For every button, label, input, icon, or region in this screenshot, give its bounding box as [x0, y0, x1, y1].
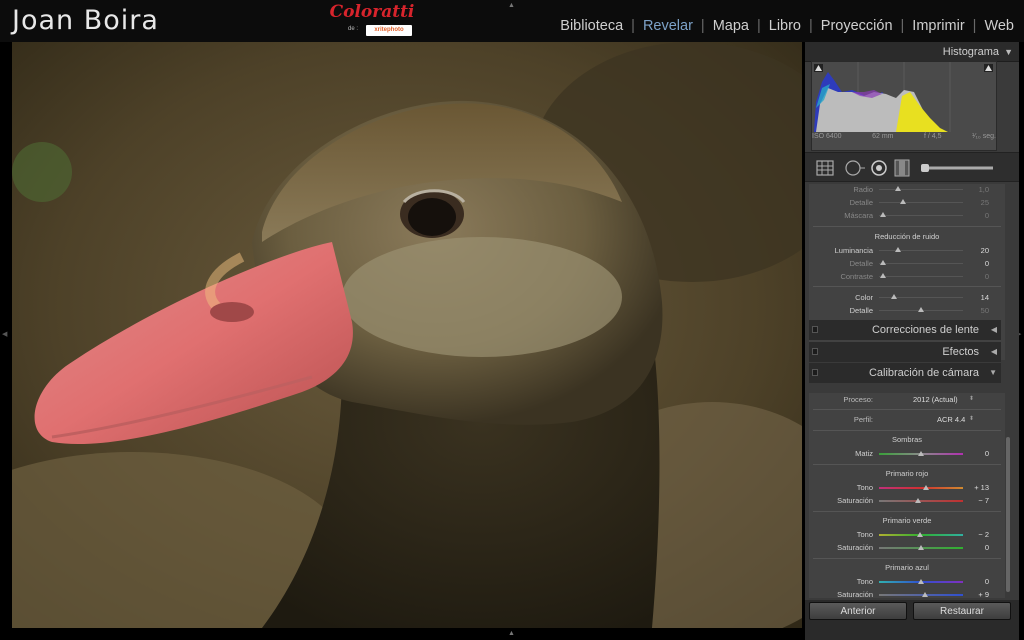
- noise-luminance-row[interactable]: Luminancia 20: [809, 245, 1001, 257]
- green-saturation-row[interactable]: Saturación 0: [809, 542, 1001, 554]
- lens-corrections-header[interactable]: Correcciones de lente ◀: [809, 320, 1001, 340]
- noise-reduction-title: Reducción de ruido: [874, 232, 940, 241]
- brand-name: Coloratti: [329, 2, 415, 22]
- reset-button[interactable]: Restaurar: [913, 602, 1011, 620]
- top-panel-toggle-icon[interactable]: ▲: [508, 2, 515, 9]
- brand-sub: de :: [348, 26, 359, 32]
- photo-preview[interactable]: [12, 42, 802, 628]
- module-separator: |: [900, 18, 905, 34]
- identity-plate: Joan Boira: [12, 5, 159, 36]
- red-eye-icon[interactable]: [871, 160, 887, 176]
- module-separator: |: [756, 18, 761, 34]
- focal-length: 62 mm: [872, 133, 894, 140]
- iso-value: ISO 6400: [812, 133, 842, 140]
- histogram-title: Histograma: [942, 45, 999, 58]
- module-imprimir[interactable]: Imprimir: [912, 18, 964, 34]
- spot-removal-icon[interactable]: [845, 160, 865, 176]
- aperture: f / 4,5: [924, 133, 942, 140]
- panel-switch-icon[interactable]: [812, 348, 818, 355]
- panel-switch-icon[interactable]: [812, 369, 818, 376]
- module-picker: Biblioteca | Revelar | Mapa | Libro | Proyección…: [560, 18, 1014, 34]
- shutter-speed: ¹⁄₁₀ seg.: [972, 133, 996, 140]
- module-separator: |: [631, 18, 635, 34]
- previous-button[interactable]: Anterior: [809, 602, 907, 620]
- module-revelar[interactable]: Revelar: [643, 18, 693, 34]
- color-noise-row[interactable]: Color 14: [809, 292, 1001, 304]
- expand-triangle-icon: ◀: [990, 347, 997, 356]
- bottom-panel-toggle-icon[interactable]: ▲: [508, 630, 515, 637]
- xrite-logo: xritephoto: [366, 25, 412, 36]
- stepper-icon: ⬍: [969, 416, 975, 422]
- red-primary-title: Primario rojo: [885, 469, 929, 478]
- stepper-icon: ⬍: [969, 396, 975, 402]
- red-hue-row[interactable]: Tono + 13: [809, 482, 1001, 494]
- panel-switch-icon[interactable]: [812, 326, 818, 333]
- module-separator: |: [972, 18, 977, 34]
- collapse-triangle-icon: ▼: [989, 368, 997, 377]
- graduated-filter-icon[interactable]: [894, 159, 910, 177]
- exif-info: ISO 6400 62 mm f / 4,5 ¹⁄₁₀ seg.: [812, 133, 996, 140]
- crop-tool-icon[interactable]: [816, 160, 834, 176]
- top-bar: Joan Boira Coloratti de : xritephoto ▲ B…: [0, 0, 1024, 42]
- collapse-triangle-icon[interactable]: ▼: [1004, 47, 1013, 57]
- module-separator: |: [809, 18, 813, 34]
- camera-calibration-header[interactable]: Calibración de cámara ▼: [809, 363, 1001, 383]
- module-proyección[interactable]: Proyección: [821, 18, 893, 34]
- effects-header[interactable]: Efectos ◀: [809, 342, 1001, 362]
- module-separator: |: [700, 18, 705, 34]
- process-menu[interactable]: Proceso: 2012 (Actual) ⬍: [809, 393, 1005, 407]
- camera-calibration-panel: Proceso: 2012 (Actual) ⬍ Perfil: ACR 4.4…: [809, 393, 1005, 599]
- green-primary-title: Primario verde: [882, 516, 932, 525]
- brand-logo: Coloratti de : xritephoto: [326, 2, 418, 38]
- histogram-header[interactable]: Histograma ▼: [805, 42, 1019, 62]
- sharpen-detail-row[interactable]: Detalle 25: [809, 197, 1001, 209]
- blue-hue-row[interactable]: Tono 0: [809, 576, 1001, 588]
- sharpen-masking-row[interactable]: Máscara 0: [809, 210, 1001, 222]
- noise-detail-row[interactable]: Detalle 0: [809, 258, 1001, 270]
- green-hue-row[interactable]: Tono − 2: [809, 529, 1001, 541]
- right-panel: Histograma ▼ ISO 6400 62 mm f / 4,5 ¹⁄₁₀…: [805, 42, 1019, 640]
- duck-photo: [12, 42, 802, 628]
- left-panel-toggle-icon[interactable]: ◀: [2, 330, 7, 338]
- blue-primary-title: Primario azul: [885, 563, 929, 572]
- shadows-tint-row[interactable]: Matiz 0: [809, 448, 1001, 460]
- color-detail-row[interactable]: Detalle 50: [809, 305, 1001, 317]
- module-web[interactable]: Web: [984, 18, 1014, 34]
- red-saturation-row[interactable]: Saturación − 7: [809, 495, 1001, 507]
- expand-triangle-icon: ◀: [990, 325, 997, 334]
- adjustment-brush-icon[interactable]: [921, 164, 993, 172]
- module-libro[interactable]: Libro: [769, 18, 801, 34]
- module-biblioteca[interactable]: Biblioteca: [560, 18, 623, 34]
- panel-scrollbar[interactable]: [1006, 437, 1010, 592]
- shadows-title: Sombras: [891, 435, 922, 444]
- module-mapa[interactable]: Mapa: [713, 18, 749, 34]
- profile-menu[interactable]: Perfil: ACR 4.4 ⬍: [809, 413, 1005, 427]
- tool-strip: [805, 152, 1019, 182]
- sharpen-radius-row[interactable]: Radio 1,0: [809, 184, 1001, 196]
- panel-footer: Anterior Restaurar: [805, 600, 1019, 640]
- noise-contrast-row[interactable]: Contraste 0: [809, 271, 1001, 283]
